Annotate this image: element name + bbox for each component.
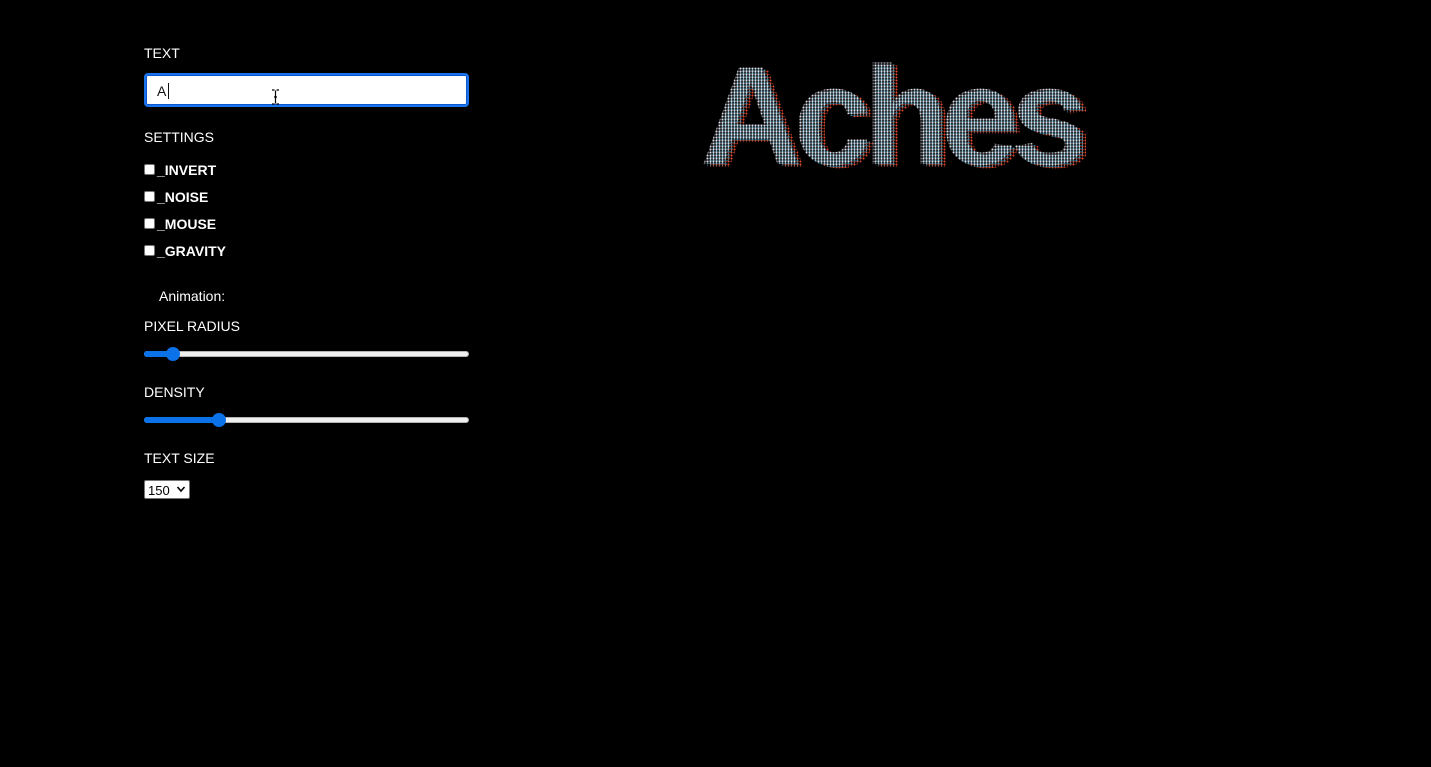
pixel-text-main-layer: Aches [700,37,1088,194]
noise-checkbox-row[interactable]: _NOISE [144,188,209,205]
pixel-radius-slider-thumb[interactable] [166,347,180,361]
pixel-radius-slider-track[interactable] [144,351,469,357]
mouse-checkbox-label: _MOUSE [157,216,217,232]
invert-checkbox-row[interactable]: _INVERT [144,161,217,178]
text-size-select-value: 150 [148,483,170,498]
text-input-container[interactable] [144,73,469,107]
density-slider-thumb[interactable] [212,413,226,427]
gravity-checkbox[interactable] [144,244,155,256]
text-size-label: TEXT SIZE [144,450,215,466]
text-caret [168,83,169,99]
noise-checkbox[interactable] [144,190,155,202]
density-label: DENSITY [144,384,205,400]
mouse-checkbox-row[interactable]: _MOUSE [144,215,217,232]
gravity-checkbox-row[interactable]: _GRAVITY [144,242,226,259]
animation-label: Animation: [159,288,226,304]
i-beam-cursor-icon [272,89,279,105]
invert-checkbox-label: _INVERT [157,162,217,178]
gravity-checkbox-label: _GRAVITY [157,243,226,259]
text-input[interactable] [157,81,447,101]
invert-checkbox[interactable] [144,163,155,175]
chevron-down-icon [176,486,186,493]
text-size-select[interactable]: 150 [144,480,190,499]
settings-label: SETTINGS [144,129,215,145]
mouse-checkbox[interactable] [144,217,155,229]
noise-checkbox-label: _NOISE [157,189,209,205]
pixel-radius-slider[interactable] [144,346,469,362]
density-slider-fill [144,417,219,423]
pixel-radius-label: PIXEL RADIUS [144,318,240,334]
text-label: TEXT [144,45,180,61]
density-slider[interactable] [144,412,469,428]
